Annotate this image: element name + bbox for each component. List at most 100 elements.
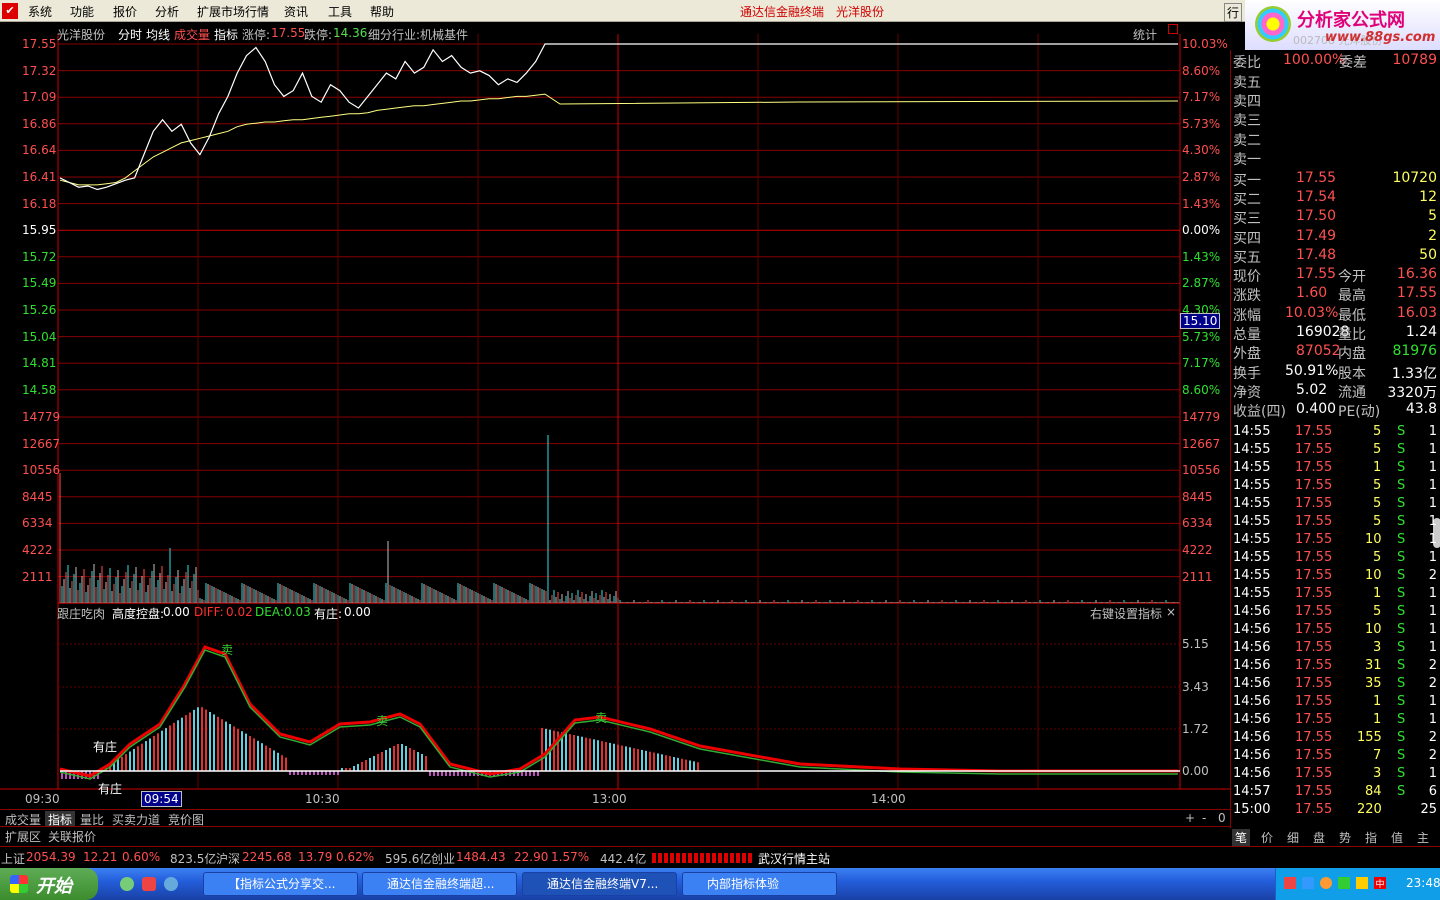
tick-price: 17.55 [1295,442,1333,457]
indicator-tick: 5.15 [1182,637,1209,651]
tick-count: 1 [1428,694,1437,709]
quote-tab[interactable]: 主 [1414,829,1432,846]
tick-price: 17.55 [1295,568,1333,583]
tick-time: 14:55 [1233,586,1271,601]
buy-volume: 12 [1419,189,1437,206]
menu-tools[interactable]: 工具 [328,3,352,20]
buy-price: 17.49 [1296,227,1337,244]
tick-count: 1 [1428,442,1437,457]
quicklaunch-icon-1[interactable] [120,877,134,891]
volume-tick-left: 4222 [22,543,53,557]
price-tick-left: 17.32 [22,63,57,78]
start-label: 开始 [36,876,72,897]
buy-row: 买二 17.54 12 [1231,189,1440,208]
quote-tab[interactable]: 价 [1258,829,1276,846]
quote-tab[interactable]: 细 [1284,829,1302,846]
tick-count: 1 [1428,712,1437,727]
quote-label-2: 流通 [1338,384,1366,401]
quote-tab[interactable]: 指 [1362,829,1380,846]
tick-row: 14:56 17.55 5 S 1 [1231,604,1440,623]
menu-quote[interactable]: 报价 [113,3,137,20]
tick-time: 14:55 [1233,478,1271,493]
tick-price: 17.55 [1295,730,1333,745]
indicator-settings-button[interactable]: 右键设置指标 [1090,605,1162,622]
quote-panel-tabs: 笔价细盘势指值主 [1230,828,1440,846]
task-tdx-super[interactable]: 通达信金融终端超... [362,872,517,896]
tick-side: S [1397,604,1406,619]
menu-system[interactable]: 系统 [28,3,52,20]
tick-volume: 5 [1373,604,1382,619]
price-tick-right: 5.73% [1182,329,1221,344]
sell-label: 卖三 [1233,113,1261,130]
tray-icon-3[interactable] [1320,877,1332,889]
tick-side: S [1397,568,1406,583]
chart-volume-label[interactable]: 成交量 [174,26,210,43]
flower-logo-icon [1255,6,1291,42]
volume-tick-right: 14779 [1182,410,1221,424]
quicklaunch-icon-3[interactable] [164,877,178,891]
tick-count: 6 [1428,784,1437,799]
system-tray: 中 23:48 [1275,868,1440,900]
youzhuang-signal-label-2: 有庄 [98,782,123,796]
chart-tab-fenshi[interactable]: 分时 [118,26,142,43]
tick-time: 14:55 [1233,442,1271,457]
tray-icon-4[interactable] [1338,877,1350,889]
maximize-icon[interactable] [1168,24,1178,34]
quote-tab[interactable]: 盘 [1310,829,1328,846]
tick-price: 17.55 [1295,712,1333,727]
tray-icon-1[interactable] [1284,877,1296,889]
tray-icon-2[interactable] [1302,877,1314,889]
zoom-in-button[interactable]: + [1182,811,1198,825]
stats-button[interactable]: 统计 [1133,26,1157,43]
tick-time: 14:56 [1233,640,1271,655]
tab-extension[interactable]: 扩展区 [2,828,44,845]
tick-volume: 220 [1357,802,1382,817]
menu-function[interactable]: 功能 [70,3,94,20]
chart-tab-junxian[interactable]: 均线 [146,26,170,43]
buy-price: 17.50 [1296,208,1337,225]
menu-help[interactable]: 帮助 [370,3,394,20]
ratio-label: 委比 [1233,55,1261,71]
time-label-1030: 10:30 [305,792,340,806]
menu-analysis[interactable]: 分析 [155,3,179,20]
quote-row: 收益(四) 0.400 PE(动) 43.8 [1231,401,1440,420]
quote-row: 外盘 87052 内盘 81976 [1231,343,1440,362]
tick-row: 14:56 17.55 1 S 1 [1231,712,1440,731]
tick-time: 14:55 [1233,568,1271,583]
time-label-1400: 14:00 [871,792,906,806]
zoom-reset-button[interactable]: 0 [1215,811,1229,825]
quote-tab[interactable]: 势 [1336,829,1354,846]
tick-count: 2 [1428,748,1437,763]
quote-label-2: 最高 [1338,288,1366,305]
server-name[interactable]: 武汉行情主站 [758,850,830,867]
tray-icon-5[interactable] [1356,877,1368,889]
tray-ime-icon[interactable]: 中 [1374,877,1386,890]
quote-tab[interactable]: 笔 [1232,829,1251,846]
tick-count: 1 [1428,460,1437,475]
clock: 23:48 [1406,876,1440,890]
app-logo-icon: ✔ [2,3,18,19]
window-button[interactable]: 行 [1224,3,1243,22]
quicklaunch-icon-2[interactable] [142,877,156,891]
tick-count: 1 [1428,766,1437,781]
tab-related-quote[interactable]: 关联报价 [45,828,99,845]
quote-label-2: 最低 [1338,307,1366,324]
tick-side: S [1397,622,1406,637]
volume-tick-right: 2111 [1182,569,1213,584]
chart-indicator-label[interactable]: 指标 [214,26,238,43]
menu-extended-market[interactable]: 扩展市场行情 [197,3,269,20]
chart-area[interactable]: 光洋股份 分时 均线 成交量 指标 涨停: 17.55 跌停: 14.36 细分… [0,24,1230,809]
task-tdx-v7[interactable]: 通达信金融终端V7... [522,872,677,896]
tick-price: 17.55 [1295,622,1333,637]
start-button[interactable]: 开始 [0,868,98,900]
sz-amount: 595.6亿 [385,852,432,866]
zoom-out-button[interactable]: - [1199,811,1209,825]
task-forum[interactable]: 【指标公式分享交... [203,872,358,896]
price-tick-right: 7.17% [1182,90,1221,105]
menu-news[interactable]: 资讯 [284,3,308,20]
tick-price: 17.55 [1295,784,1333,799]
tick-row: 14:56 17.55 35 S 2 [1231,676,1440,695]
quote-tab[interactable]: 值 [1388,829,1406,846]
close-icon[interactable]: × [1166,605,1176,619]
task-internal-indicator[interactable]: 内部指标体验 [682,872,837,896]
